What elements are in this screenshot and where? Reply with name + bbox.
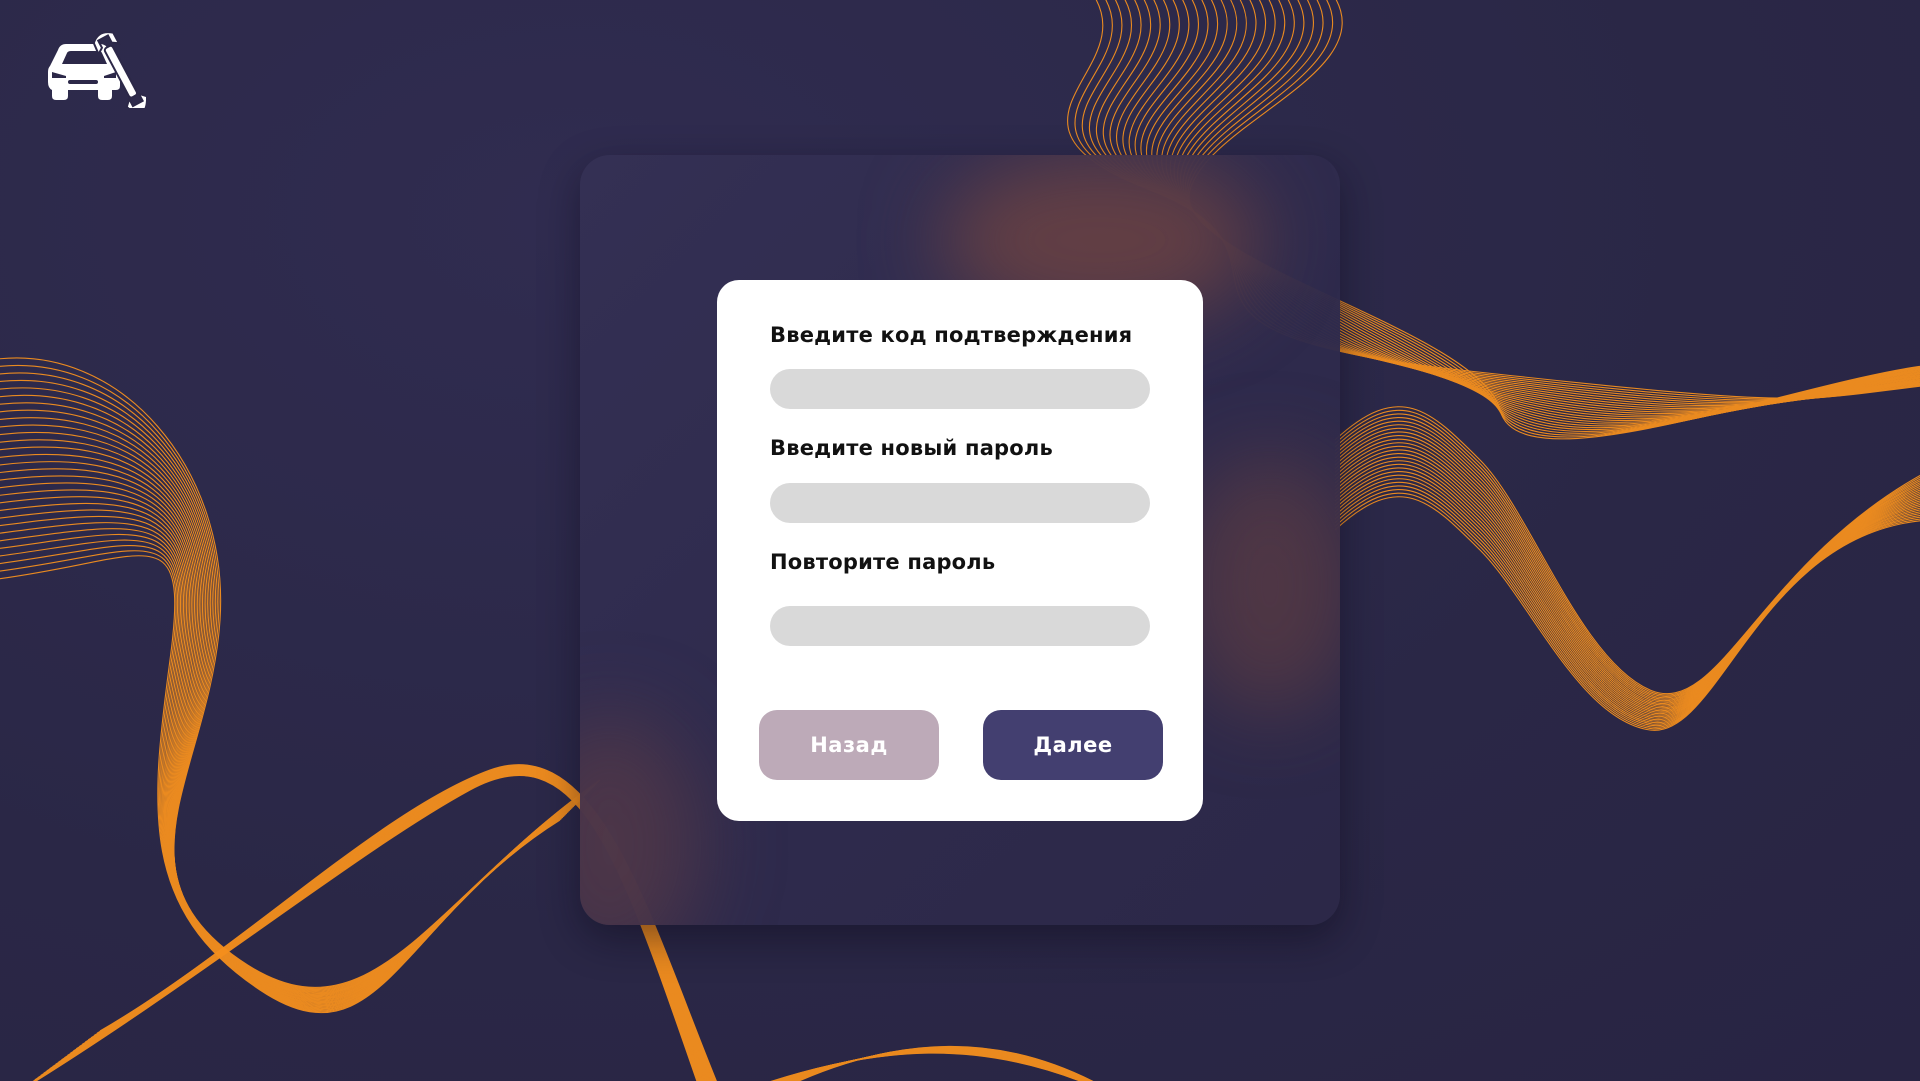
wave-line bbox=[0, 509, 572, 1007]
repeat-password-input[interactable] bbox=[770, 606, 1150, 646]
wave-line bbox=[0, 496, 575, 1005]
wave-line bbox=[0, 489, 576, 1004]
password-reset-form: Введите код подтверждения Введите новый … bbox=[717, 280, 1203, 821]
wave-line bbox=[1334, 431, 1920, 704]
wave-line bbox=[0, 409, 591, 995]
wave-line bbox=[1334, 492, 1920, 730]
wave-line bbox=[1334, 427, 1920, 703]
repeat-password-label: Повторите пароль bbox=[770, 550, 996, 574]
wave-line bbox=[1334, 434, 1920, 706]
wave-line bbox=[1334, 481, 1920, 725]
wave-line bbox=[1334, 449, 1920, 712]
wave-line bbox=[1334, 452, 1920, 713]
wave-line bbox=[0, 461, 581, 1001]
wave-line bbox=[1334, 442, 1920, 709]
wave-line bbox=[1334, 470, 1920, 721]
confirmation-code-input[interactable] bbox=[770, 369, 1150, 409]
wave-line bbox=[1334, 413, 1920, 697]
wave-line bbox=[1334, 488, 1920, 728]
wave-line bbox=[0, 482, 577, 1003]
page-background: Введите код подтверждения Введите новый … bbox=[0, 0, 1920, 1081]
wave-line bbox=[0, 502, 573, 1006]
back-button[interactable]: Назад bbox=[759, 710, 939, 780]
panel-glow bbox=[580, 715, 700, 925]
wave-line bbox=[1334, 445, 1920, 710]
new-password-label: Введите новый пароль bbox=[770, 436, 1053, 460]
car-wrench-icon[interactable] bbox=[46, 26, 149, 115]
wave-line bbox=[0, 515, 570, 1007]
wave-line bbox=[0, 453, 583, 1000]
wave-line bbox=[1334, 485, 1920, 727]
wave-line bbox=[0, 528, 568, 1009]
new-password-input[interactable] bbox=[770, 483, 1150, 523]
panel-glow bbox=[1180, 455, 1340, 715]
wave-line bbox=[0, 522, 569, 1008]
wave-line bbox=[1334, 478, 1920, 724]
wave-line bbox=[1334, 474, 1920, 722]
wave-line bbox=[0, 468, 580, 1001]
code-label: Введите код подтверждения bbox=[770, 323, 1133, 347]
wave-line bbox=[0, 475, 579, 1002]
wave-line bbox=[0, 533, 566, 1010]
next-button[interactable]: Далее bbox=[983, 710, 1163, 780]
wave-line bbox=[1334, 467, 1920, 719]
wave-line bbox=[1334, 438, 1920, 707]
wave-line bbox=[0, 424, 588, 996]
wave-line bbox=[0, 417, 590, 995]
